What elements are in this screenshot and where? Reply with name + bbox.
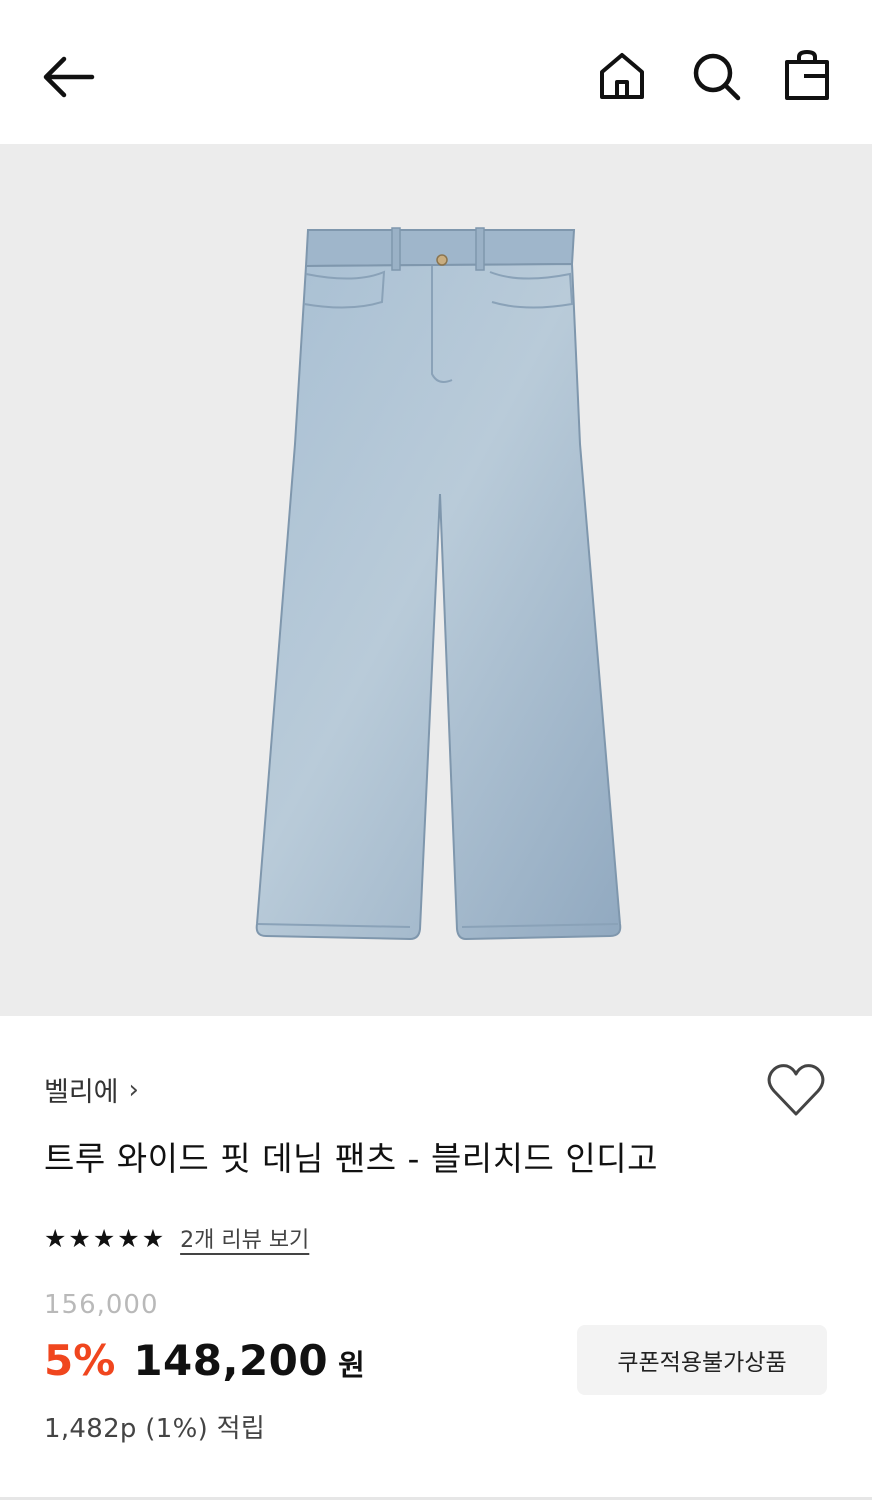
wishlist-heart-icon[interactable] — [766, 1062, 826, 1118]
rating-row: ★ ★ ★ ★ ★ 2개 리뷰 보기 — [44, 1222, 309, 1254]
back-arrow-icon[interactable] — [38, 52, 96, 102]
sale-price: 148,200 — [133, 1336, 329, 1385]
coupon-status-button[interactable]: 쿠폰적용불가상품 — [577, 1325, 827, 1395]
reward-points: 1,482p (1%) 적립 — [44, 1414, 266, 1444]
star-icon: ★ — [117, 1223, 140, 1253]
brand-name[interactable]: 벨리에 — [44, 1070, 119, 1109]
brand-link[interactable]: 벨리에 › — [44, 1070, 139, 1109]
star-icon: ★ — [68, 1223, 91, 1253]
search-icon[interactable] — [690, 50, 742, 102]
original-price: 156,000 — [44, 1290, 159, 1320]
shopping-bag-icon[interactable] — [782, 48, 832, 102]
jeans-illustration — [255, 227, 622, 941]
currency-label: 원 — [338, 1348, 365, 1382]
product-title: 트루 와이드 핏 데님 팬츠 - 블리치드 인디고 — [44, 1139, 658, 1178]
top-navigation-bar — [0, 0, 872, 144]
star-icon: ★ — [92, 1223, 116, 1253]
review-link[interactable]: 2개 리뷰 보기 — [180, 1222, 309, 1254]
product-image[interactable] — [0, 144, 872, 1016]
price-row: 5% 148,200 원 — [44, 1336, 365, 1385]
discount-rate: 5% — [44, 1336, 116, 1385]
home-icon[interactable] — [596, 50, 648, 102]
star-icon: ★ — [141, 1223, 165, 1253]
rating-stars: ★ ★ ★ ★ ★ — [44, 1226, 164, 1251]
chevron-right-icon: › — [128, 1074, 139, 1105]
star-icon: ★ — [44, 1223, 67, 1253]
